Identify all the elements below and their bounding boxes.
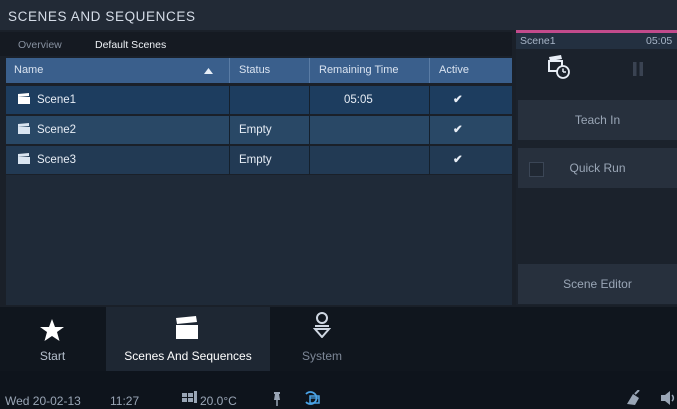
active-checkbox[interactable]: ✔ <box>453 146 463 174</box>
tab-default-scenes[interactable]: Default Scenes <box>95 39 166 51</box>
column-separator <box>309 116 310 144</box>
tab-overview[interactable]: Overview <box>18 39 62 51</box>
clapperboard-icon <box>18 153 30 164</box>
column-separator <box>429 86 430 114</box>
column-separator <box>429 58 430 83</box>
pin-icon <box>274 392 280 406</box>
nav-start[interactable]: Start <box>0 307 105 371</box>
status-time: 11:27 <box>110 394 140 408</box>
table-row[interactable]: Scene2 Empty ✔ <box>6 116 512 144</box>
scene-status: Empty <box>239 124 272 136</box>
column-separator <box>429 116 430 144</box>
column-separator <box>229 146 230 174</box>
table-empty-area <box>6 175 512 305</box>
selected-scene-time: 05:05 <box>646 35 673 47</box>
nav-scenes-label: Scenes And Sequences <box>124 349 252 363</box>
clapperboard-icon <box>176 316 198 339</box>
star-icon <box>40 319 64 341</box>
selected-scene-name: Scene1 <box>520 35 556 47</box>
quick-run-checkbox[interactable] <box>529 162 544 177</box>
scene-remaining-time: 05:05 <box>344 94 373 106</box>
nav-start-label: Start <box>39 349 66 363</box>
clapperboard-icon <box>18 123 30 134</box>
column-separator <box>229 116 230 144</box>
column-name[interactable]: Name <box>14 58 43 83</box>
scene-name: Scene1 <box>37 94 77 106</box>
system-icon <box>313 312 331 338</box>
column-separator <box>229 58 230 83</box>
table-row[interactable]: Scene3 Empty ✔ <box>6 146 512 174</box>
status-date: Wed 20-02-13 <box>5 394 81 408</box>
column-status[interactable]: Status <box>239 58 270 83</box>
column-separator <box>309 86 310 114</box>
scene-running-icon[interactable] <box>303 390 321 406</box>
active-checkbox[interactable]: ✔ <box>453 86 463 114</box>
column-remaining-time[interactable]: Remaining Time <box>319 58 398 83</box>
status-temperature: 20.0°C <box>200 394 237 408</box>
scene-editor-button[interactable]: Scene Editor <box>518 264 677 304</box>
clapperboard-icon <box>18 93 30 104</box>
quick-run-label: Quick Run <box>569 161 626 175</box>
table-row[interactable]: Scene1 05:05 ✔ <box>6 86 512 114</box>
thermometer-grid-icon <box>182 391 197 403</box>
scene-status: Empty <box>239 154 272 166</box>
column-separator <box>309 146 310 174</box>
tab-bar: Overview Default Scenes <box>0 32 512 56</box>
scene-timer-icon <box>548 55 570 79</box>
nav-system-label: System <box>301 349 342 363</box>
speaker-icon[interactable] <box>661 390 677 406</box>
column-separator <box>229 86 230 114</box>
active-checkbox[interactable]: ✔ <box>453 116 463 144</box>
column-separator <box>429 146 430 174</box>
cleaning-icon[interactable] <box>625 390 641 406</box>
nav-scenes[interactable]: Scenes And Sequences <box>106 307 270 371</box>
scene-name: Scene2 <box>37 124 77 136</box>
column-active[interactable]: Active <box>439 58 469 83</box>
sort-up-icon[interactable] <box>204 68 213 74</box>
table-header: Name Status Remaining Time Active <box>6 58 512 83</box>
status-bar <box>0 371 677 409</box>
pause-icon[interactable] <box>632 62 644 76</box>
teach-in-button[interactable]: Teach In <box>518 100 677 140</box>
nav-system[interactable]: System <box>270 307 374 371</box>
scene-name: Scene3 <box>37 154 77 166</box>
column-separator <box>309 58 310 83</box>
page-title: SCENES AND SEQUENCES <box>8 9 196 24</box>
